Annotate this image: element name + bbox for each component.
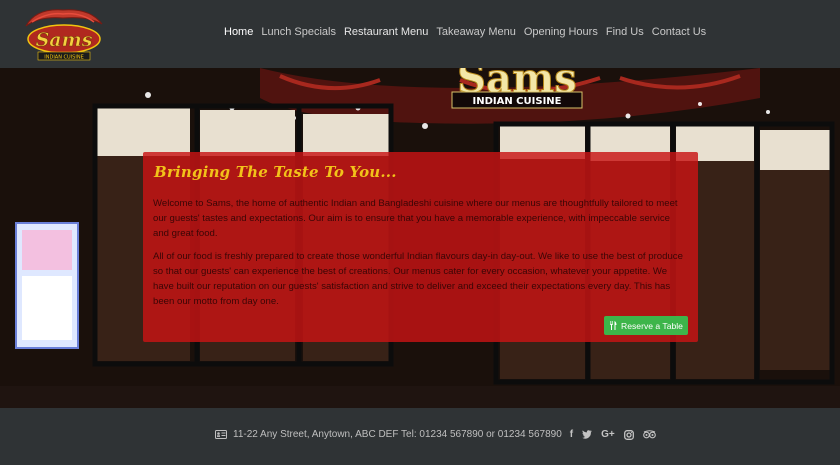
footer-address: 11-22 Any Street, Anytown, ABC DEF Tel: … [233, 429, 562, 440]
logo-name: Sams [36, 29, 93, 51]
intro-paragraph-1: Welcome to Sams, the home of authentic I… [153, 198, 678, 239]
nav-takeaway-menu[interactable]: Takeaway Menu [436, 26, 516, 38]
twitter-icon[interactable] [582, 430, 593, 439]
cutlery-icon [610, 321, 617, 330]
footer-contact: 11-22 Any Street, Anytown, ABC DEF Tel: … [215, 429, 656, 440]
reserve-table-button[interactable]: Reserve a Table [604, 316, 688, 335]
intro-paragraph-2: All of our food is freshly prepared to c… [153, 251, 683, 307]
social-links: f G+ [570, 429, 656, 440]
instagram-icon[interactable] [623, 429, 634, 440]
main-nav: Home Lunch Specials Restaurant Menu Take… [224, 26, 714, 38]
nav-home[interactable]: Home [224, 26, 253, 38]
storefront-sign-tagline: INDIAN CUISINE [472, 96, 561, 107]
nav-opening-hours[interactable]: Opening Hours [524, 26, 598, 38]
google-plus-icon[interactable]: G+ [601, 429, 615, 440]
logo-tagline: INDIAN CUISINE [44, 55, 83, 61]
hero-banner: Sams INDIAN CUISINE Bringing The Taste T… [0, 68, 840, 408]
nav-lunch-specials[interactable]: Lunch Specials [261, 26, 336, 38]
nav-contact-us[interactable]: Contact Us [652, 26, 706, 38]
nav-restaurant-menu[interactable]: Restaurant Menu [344, 26, 428, 38]
sams-logo[interactable]: Sams INDIAN CUISINE [18, 6, 108, 64]
facebook-icon[interactable]: f [570, 429, 573, 440]
intro-title: Bringing The Taste To You... [154, 163, 397, 181]
intro-panel: Bringing The Taste To You... Welcome to … [143, 152, 698, 342]
site-footer: 11-22 Any Street, Anytown, ABC DEF Tel: … [0, 408, 840, 465]
address-card-icon [215, 430, 227, 439]
site-header: Sams INDIAN CUISINE Home Lunch Specials … [0, 0, 840, 68]
nav-find-us[interactable]: Find Us [606, 26, 644, 38]
tripadvisor-icon[interactable] [642, 430, 656, 439]
reserve-table-label: Reserve a Table [621, 320, 683, 331]
